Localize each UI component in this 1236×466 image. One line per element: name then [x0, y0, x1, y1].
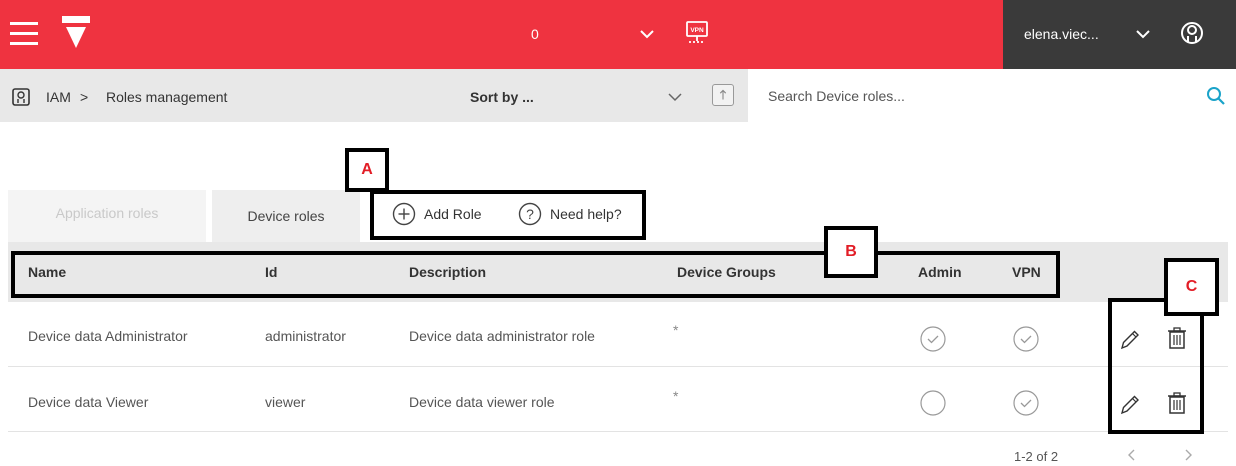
role-device-groups: *: [673, 322, 679, 338]
role-id: administrator: [265, 328, 346, 344]
logo-icon: [62, 16, 90, 48]
annotation-label-c: C: [1164, 258, 1219, 316]
table-row[interactable]: [8, 302, 1228, 367]
counter-value: 0: [531, 26, 539, 42]
role-name: Device data Administrator: [28, 328, 188, 344]
admin-check-icon: [920, 326, 946, 352]
breadcrumb-separator: >: [80, 89, 89, 105]
vpn-check-icon: [1013, 390, 1039, 416]
hamburger-menu-icon[interactable]: [10, 22, 38, 46]
svg-text:VPN: VPN: [690, 27, 704, 34]
annotation-label-b: B: [824, 226, 878, 278]
prev-page-icon[interactable]: [1126, 448, 1138, 462]
vpn-check-icon: [1013, 326, 1039, 352]
tab-application-roles[interactable]: Application roles: [8, 190, 206, 242]
role-id: viewer: [265, 394, 306, 410]
annotation-box-c: [1108, 298, 1204, 434]
search-icon[interactable]: [1206, 86, 1226, 106]
table-row[interactable]: [8, 367, 1228, 432]
search-input[interactable]: [768, 86, 1188, 106]
iam-icon: [12, 88, 30, 106]
annotation-label-a: A: [345, 148, 389, 192]
user-chevron-down-icon[interactable]: [1136, 28, 1150, 40]
next-page-icon[interactable]: [1182, 448, 1194, 462]
breadcrumb-iam-link[interactable]: IAM: [46, 89, 71, 105]
role-description: Device data viewer role: [409, 394, 555, 410]
admin-empty-circle-icon: [920, 390, 946, 416]
page-title: Roles management: [106, 89, 228, 105]
sort-direction-button[interactable]: [712, 84, 734, 106]
annotation-box-a: [370, 190, 646, 240]
sort-by-dropdown[interactable]: Sort by ...: [470, 89, 534, 105]
role-device-groups: *: [673, 388, 679, 404]
role-description: Device data administrator role: [409, 328, 595, 344]
annotation-box-b: [11, 251, 1060, 298]
sort-chevron-down-icon[interactable]: [668, 92, 682, 102]
tab-device-roles[interactable]: Device roles: [212, 190, 360, 242]
vpn-icon[interactable]: VPN: [684, 20, 710, 46]
role-name: Device data Viewer: [28, 394, 149, 410]
chevron-down-icon[interactable]: [640, 28, 654, 40]
pagination-label: 1-2 of 2: [1014, 449, 1059, 464]
username[interactable]: elena.viec...: [1024, 26, 1099, 42]
user-avatar-icon[interactable]: [1180, 21, 1204, 45]
